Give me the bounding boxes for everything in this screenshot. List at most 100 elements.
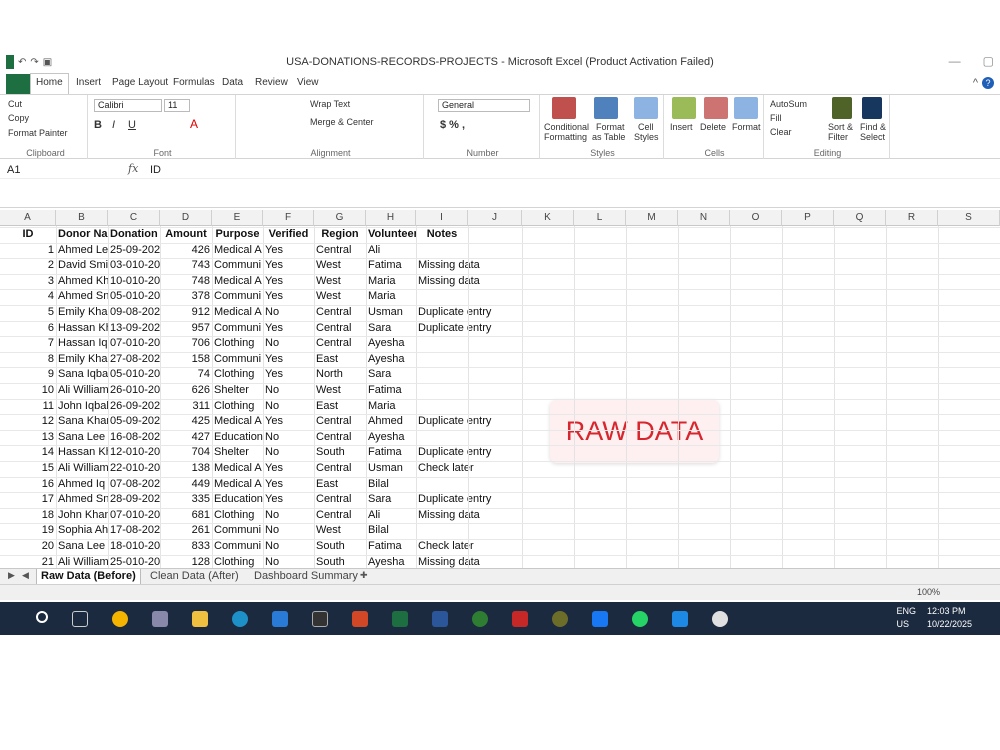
tab-insert[interactable]: Insert [76,77,101,88]
autosum-button[interactable]: AutoSum [770,99,807,109]
facebook-icon[interactable] [592,611,608,627]
table-cell[interactable]: 17-08-202 [108,523,160,538]
table-cell[interactable]: 1 [0,243,56,258]
table-cell[interactable]: Ahmed Iq [56,477,108,492]
table-cell[interactable] [416,289,522,304]
table-cell[interactable]: Communi [212,523,263,538]
table-cell[interactable]: 28-09-202 [108,492,160,507]
table-cell[interactable]: 16-08-202 [108,430,160,445]
table-cell[interactable]: West [314,523,366,538]
table-cell[interactable]: 158 [160,352,212,367]
ribbon-collapse-icon[interactable]: ^ [973,77,978,89]
header-cell[interactable]: Volunteer [366,227,416,242]
table-cell[interactable]: 833 [160,539,212,554]
column-header-s[interactable]: S [938,210,1000,226]
table-cell[interactable]: Ali [366,508,416,523]
table-cell[interactable]: 26-09-202 [108,399,160,414]
table-cell[interactable]: Fatima [366,539,416,554]
table-cell[interactable]: West [314,258,366,273]
table-cell[interactable]: Ahmed Sn [56,289,108,304]
table-cell[interactable]: Communi [212,258,263,273]
table-cell[interactable] [416,477,522,492]
table-cell[interactable]: 5 [0,305,56,320]
table-cell[interactable]: 335 [160,492,212,507]
table-cell[interactable]: No [263,383,314,398]
table-cell[interactable]: Missing data [416,274,522,289]
table-cell[interactable]: Communi [212,539,263,554]
table-cell[interactable]: 26-010-20 [108,383,160,398]
font-color-icon[interactable]: A [190,117,198,131]
chatgpt-icon[interactable] [312,611,328,627]
media-icon[interactable] [512,611,528,627]
table-cell[interactable]: Shelter [212,383,263,398]
table-cell[interactable]: Central [314,305,366,320]
table-cell[interactable]: West [314,289,366,304]
table-cell[interactable]: 22-010-20 [108,461,160,476]
table-cell[interactable]: Central [314,430,366,445]
table-cell[interactable]: 425 [160,414,212,429]
table-cell[interactable]: Emily Khai [56,305,108,320]
new-sheet-icon[interactable]: ✚ [360,570,368,581]
table-cell[interactable]: No [263,555,314,568]
cut-button[interactable]: Cut [8,99,22,109]
header-cell[interactable]: Purpose [212,227,263,242]
table-cell[interactable]: 2 [0,258,56,273]
table-cell[interactable]: West [314,274,366,289]
table-cell[interactable]: No [263,336,314,351]
zoom-level[interactable]: 100% [917,587,940,597]
delete-button[interactable]: Delete [700,122,726,132]
header-cell[interactable]: Verified [263,227,314,242]
wrap-text-button[interactable]: Wrap Text [310,99,350,109]
table-cell[interactable]: East [314,352,366,367]
header-cell[interactable]: ID [0,227,56,242]
table-cell[interactable]: Clothing [212,555,263,568]
table-cell[interactable]: South [314,445,366,460]
table-cell[interactable]: Ali William [56,383,108,398]
clear-button[interactable]: Clear [770,127,792,137]
table-cell[interactable]: Sara [366,321,416,336]
excel-taskbar-icon[interactable] [392,611,408,627]
table-cell[interactable]: 13-09-202 [108,321,160,336]
table-cell[interactable]: Ali [366,243,416,258]
number-format-select[interactable]: General [438,99,530,112]
table-cell[interactable]: 14 [0,445,56,460]
column-header-a[interactable]: A [0,210,56,226]
table-cell[interactable]: 128 [160,555,212,568]
table-cell[interactable]: 311 [160,399,212,414]
table-cell[interactable]: 681 [160,508,212,523]
table-cell[interactable]: Central [314,243,366,258]
table-cell[interactable]: 912 [160,305,212,320]
table-cell[interactable]: 03-010-20 [108,258,160,273]
table-cell[interactable]: Yes [263,289,314,304]
table-cell[interactable]: Duplicate entry [416,414,522,429]
table-cell[interactable] [416,523,522,538]
table-cell[interactable] [416,367,522,382]
table-cell[interactable]: 427 [160,430,212,445]
cell-styles-button[interactable]: Cell [638,122,654,132]
format-table-icon[interactable] [594,97,618,119]
table-cell[interactable]: Medical A [212,414,263,429]
tab-review[interactable]: Review [255,77,288,88]
table-cell[interactable]: Central [314,414,366,429]
column-header-n[interactable]: N [678,210,730,226]
table-cell[interactable]: Sara [366,367,416,382]
column-header-q[interactable]: Q [834,210,886,226]
table-cell[interactable]: 10 [0,383,56,398]
table-cell[interactable]: Bilal [366,477,416,492]
table-cell[interactable]: Sara [366,492,416,507]
fill-button[interactable]: Fill [770,113,782,123]
table-cell[interactable]: Central [314,461,366,476]
table-cell[interactable]: Communi [212,321,263,336]
find-select-button[interactable]: Find & [860,122,886,132]
table-cell[interactable]: Central [314,336,366,351]
table-cell[interactable]: Central [314,321,366,336]
table-cell[interactable]: 05-010-20 [108,289,160,304]
table-cell[interactable]: Check later [416,539,522,554]
format-painter-button[interactable]: Format Painter [8,128,68,138]
table-cell[interactable]: 743 [160,258,212,273]
table-cell[interactable]: 261 [160,523,212,538]
format-table-button[interactable]: Format [596,122,625,132]
table-cell[interactable]: Medical A [212,461,263,476]
table-cell[interactable]: 12-010-20 [108,445,160,460]
sheet-tab-dashboard[interactable]: Dashboard Summary [250,569,362,584]
